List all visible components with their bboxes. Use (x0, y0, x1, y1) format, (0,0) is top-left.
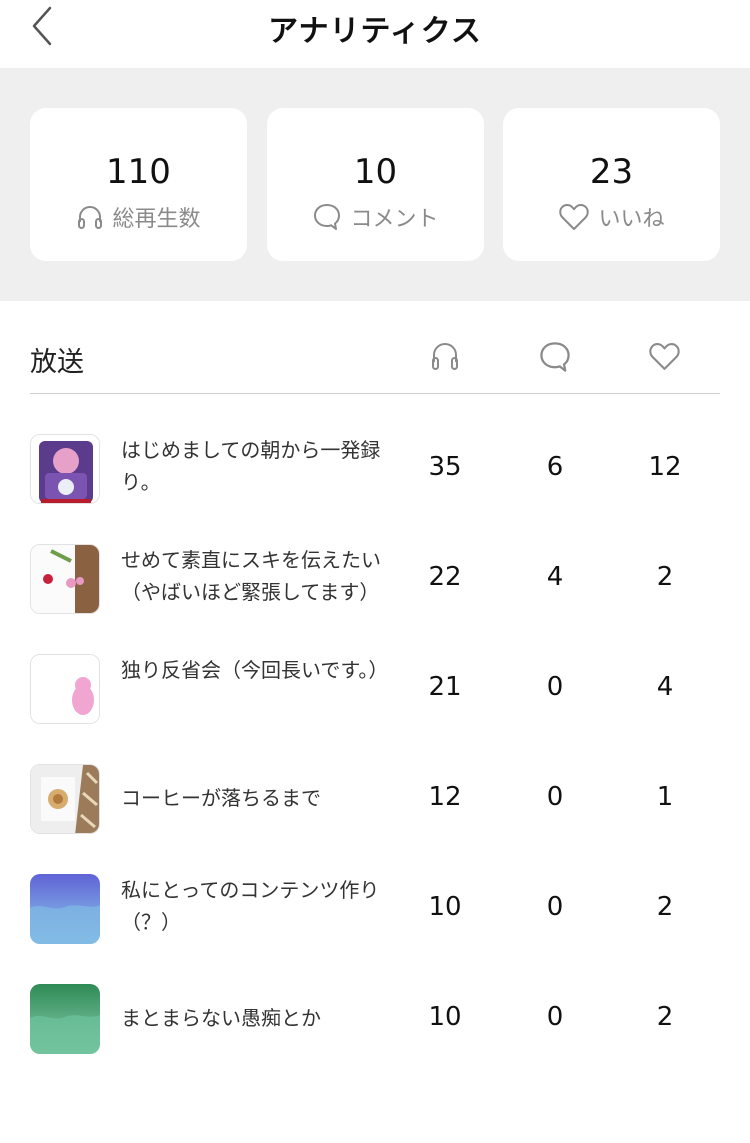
list-item[interactable]: 独り反省会（今回長いです。） 21 0 4 (30, 654, 720, 724)
comments-label: コメント (350, 207, 439, 232)
comments-count: 0 (546, 892, 564, 922)
plays-count: 21 (428, 672, 462, 702)
page-title: アナリティクス (268, 14, 482, 49)
plays-count: 10 (428, 1002, 462, 1032)
likes-count: 2 (656, 892, 674, 922)
episode-title: 独り反省会（今回長いです。） (121, 658, 389, 682)
list-item[interactable]: コーヒーが落ちるまで 12 0 1 (30, 764, 720, 834)
app-header: アナリティクス (0, 0, 750, 68)
episode-thumbnail (30, 764, 100, 834)
list-item[interactable]: 私にとってのコンテンツ作り（？） 10 0 2 (30, 874, 720, 944)
episode-thumbnail (30, 434, 100, 504)
list-item[interactable]: せめて素直にスキを伝えたい（やばいほど緊張してます） 22 4 2 (30, 544, 720, 614)
comments-count: 0 (546, 672, 564, 702)
likes-count: 2 (656, 562, 674, 592)
broadcast-column-label: 放送 (30, 347, 84, 378)
headphones-icon (430, 340, 460, 376)
heart-icon (558, 203, 590, 231)
plays-count: 10 (428, 892, 462, 922)
likes-value: 23 (589, 152, 634, 192)
comment-icon (312, 202, 342, 232)
likes-label: いいね (598, 207, 665, 232)
likes-card: 23 いいね (503, 108, 720, 261)
episode-thumbnail (30, 874, 100, 944)
plays-count: 12 (428, 782, 462, 812)
episode-title: せめて素直にスキを伝えたい（やばいほど緊張してます） (121, 548, 381, 604)
headphones-icon (76, 203, 104, 231)
comments-count: 0 (546, 1002, 564, 1032)
episode-thumbnail (30, 984, 100, 1054)
list-header: 放送 (30, 330, 720, 394)
summary-section: 110 総再生数 10 コメント 23 いいね (0, 68, 750, 301)
comments-card: 10 コメント (267, 108, 484, 261)
comments-count: 0 (546, 782, 564, 812)
heart-icon (648, 342, 681, 375)
comments-value: 10 (353, 152, 398, 192)
episode-title: まとまらない愚痴とか (121, 1006, 321, 1030)
episode-thumbnail (30, 654, 100, 724)
total-plays-label: 総再生数 (112, 207, 201, 232)
comment-icon (538, 340, 572, 378)
total-plays-value: 110 (106, 152, 171, 192)
episode-title: コーヒーが落ちるまで (121, 786, 321, 810)
list-item[interactable]: はじめましての朝から一発録り。 35 6 12 (30, 434, 720, 504)
plays-count: 22 (428, 562, 462, 592)
episode-title: 私にとってのコンテンツ作り（？） (121, 878, 380, 934)
likes-count: 1 (656, 782, 674, 812)
total-plays-card: 110 総再生数 (30, 108, 247, 261)
episode-title: はじめましての朝から一発録り。 (121, 438, 381, 494)
likes-count: 2 (656, 1002, 674, 1032)
comments-count: 4 (546, 562, 564, 592)
list-item[interactable]: まとまらない愚痴とか 10 0 2 (30, 984, 720, 1054)
comments-count: 6 (546, 452, 564, 482)
episode-thumbnail (30, 544, 100, 614)
likes-count: 4 (656, 672, 674, 702)
plays-count: 35 (428, 452, 462, 482)
likes-count: 12 (648, 452, 682, 482)
